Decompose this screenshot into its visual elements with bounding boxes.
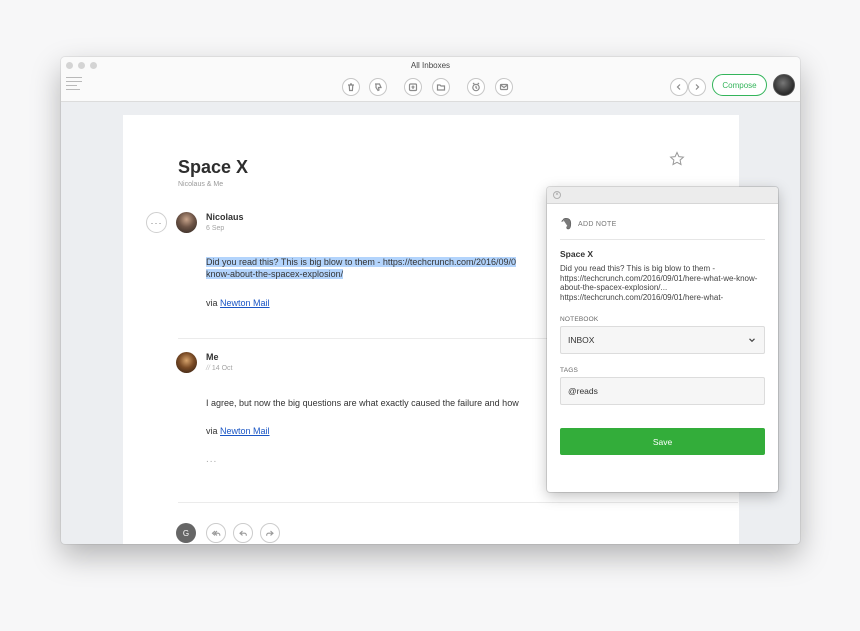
message-date: // 14 Oct xyxy=(206,365,233,372)
chevron-right-icon xyxy=(695,84,700,90)
thread-participants: Nicolaus & Me xyxy=(178,181,224,188)
add-note-panel: × ADD NOTE Space X Did you read this? Th… xyxy=(547,187,778,492)
tags-input[interactable]: @reads xyxy=(560,377,765,405)
reply-all-icon xyxy=(211,530,221,536)
message-signature: via Newton Mail xyxy=(206,425,270,437)
trash-icon xyxy=(348,83,354,92)
compose-button[interactable]: Compose xyxy=(712,74,767,96)
previous-thread-button[interactable] xyxy=(670,78,688,96)
via-prefix: via xyxy=(206,426,221,436)
message-date: 6 Sep xyxy=(206,225,225,232)
toolbar: All Inboxes Compose xyxy=(61,57,800,102)
reply-button[interactable] xyxy=(233,523,253,543)
reply-icon xyxy=(239,530,247,536)
thread-subject: Space X xyxy=(178,157,249,177)
more-actions-button[interactable]: ··· xyxy=(146,212,167,233)
selected-text-line-2: know-about-the-spacex-explosion/ xyxy=(206,269,344,279)
tags-label: TAGS xyxy=(560,367,579,374)
notebook-select[interactable]: INBOX xyxy=(560,326,765,354)
chevron-left-icon xyxy=(676,84,681,90)
mark-unread-button[interactable] xyxy=(495,78,513,96)
menu-icon[interactable] xyxy=(66,77,82,91)
close-panel-button[interactable]: × xyxy=(553,191,561,199)
message-signature: via Newton Mail xyxy=(206,297,270,309)
message-body: I agree, but now the big questions are w… xyxy=(206,398,519,408)
message-body: Did you read this? This is big blow to t… xyxy=(206,256,516,280)
account-avatar[interactable] xyxy=(773,74,795,96)
panel-titlebar: × xyxy=(547,187,778,204)
move-to-icon xyxy=(408,83,418,92)
panel-header: ADD NOTE xyxy=(560,217,617,231)
forward-icon xyxy=(266,530,274,536)
avatar-me xyxy=(176,352,197,373)
mail-icon xyxy=(499,83,509,91)
notebook-label: NOTEBOOK xyxy=(560,316,599,323)
newton-mail-link[interactable]: Newton Mail xyxy=(220,298,270,308)
chevron-down-icon xyxy=(749,338,755,343)
read-receipt-icon: // xyxy=(206,365,210,372)
panel-divider xyxy=(560,239,765,240)
forward-button[interactable] xyxy=(260,523,280,543)
snooze-button[interactable] xyxy=(467,78,485,96)
notebook-value: INBOX xyxy=(568,335,595,345)
selected-text-line-1: Did you read this? This is big blow to t… xyxy=(206,257,516,267)
reply-avatar: G xyxy=(176,523,196,543)
thumbs-down-button[interactable] xyxy=(369,78,387,96)
save-button[interactable]: Save xyxy=(560,428,765,455)
alarm-clock-icon xyxy=(472,82,480,92)
avatar-nicolaus xyxy=(176,212,197,233)
add-note-label: ADD NOTE xyxy=(578,220,617,228)
note-body[interactable]: Did you read this? This is big blow to t… xyxy=(560,264,765,302)
reply-divider xyxy=(178,502,738,503)
show-quoted-text-button[interactable]: ... xyxy=(206,454,217,465)
newton-mail-link[interactable]: Newton Mail xyxy=(220,426,270,436)
window-title: All Inboxes xyxy=(410,61,451,70)
star-icon[interactable] xyxy=(669,151,685,167)
move-to-button[interactable] xyxy=(404,78,422,96)
via-prefix: via xyxy=(206,298,221,308)
thumbs-down-icon xyxy=(375,83,382,92)
trash-button[interactable] xyxy=(342,78,360,96)
message-sender: Nicolaus xyxy=(206,212,244,222)
reply-all-button[interactable] xyxy=(206,523,226,543)
folder-icon xyxy=(436,84,446,91)
note-title[interactable]: Space X xyxy=(560,249,593,259)
folder-button[interactable] xyxy=(432,78,450,96)
evernote-icon xyxy=(561,217,572,230)
next-thread-button[interactable] xyxy=(688,78,706,96)
message-sender: Me xyxy=(206,352,219,362)
